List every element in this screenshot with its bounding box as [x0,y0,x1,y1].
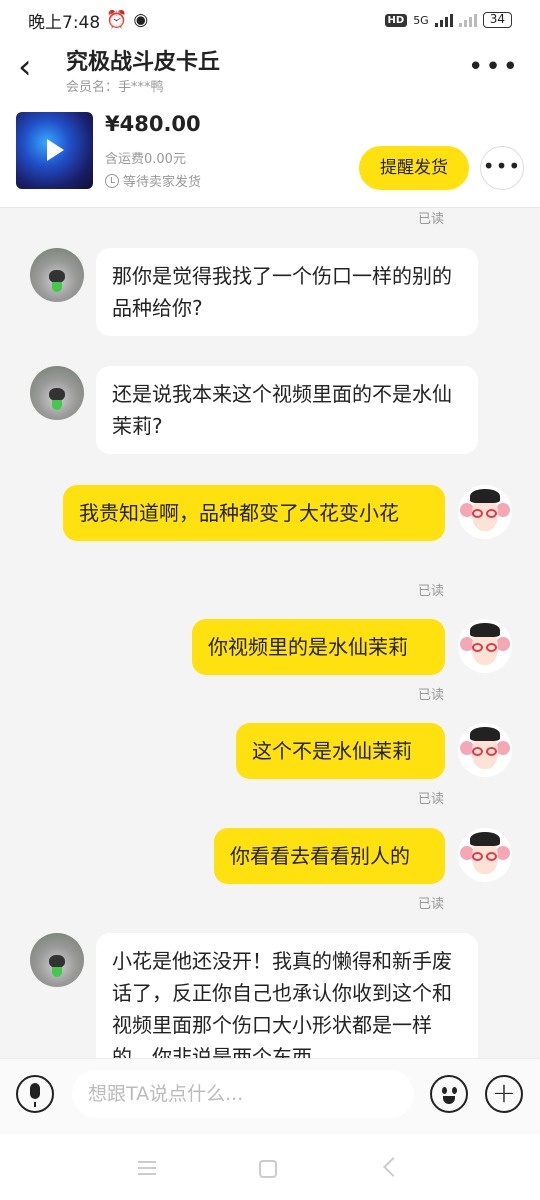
member-name: 会员名：手***鸭 [66,80,164,95]
hd-badge: HD [384,13,408,27]
chat-header: ‹ 究极战斗皮卡丘 会员名：手***鸭 ••• [0,40,540,102]
menu-icon[interactable] [138,1161,156,1175]
avatar-glasses [486,852,497,861]
avatar-ear [496,846,510,860]
signal-icon [434,13,453,27]
back-button[interactable]: ‹ [18,50,48,86]
page-title: 究极战斗皮卡丘 [66,50,221,75]
system-nav-bar [0,1134,540,1200]
read-status: 已读 [417,212,444,227]
avatar[interactable] [458,485,512,539]
avatar-glasses [486,509,497,518]
read-status: 已读 [417,792,444,807]
read-status: 已读 [417,584,444,599]
avatar-ear [496,741,510,755]
avatar-glasses [472,643,483,652]
avatar[interactable] [458,723,512,777]
koala-tongue [52,967,62,977]
avatar-glasses [486,643,497,652]
battery-icon: 34 [482,12,512,28]
message-input[interactable]: 想跟TA说点什么... [72,1070,414,1118]
shipping-fee: 含运费0.00元 [105,152,186,167]
koala-tongue [52,282,62,292]
clock-icon [105,173,119,188]
plus-icon: + [492,1076,516,1109]
avatar[interactable] [30,248,84,302]
read-status: 已读 [417,688,444,703]
message-bubble-outgoing[interactable]: 你看看去看看别人的 [214,828,445,884]
home-icon[interactable] [259,1160,277,1178]
smiley-eye [442,1087,447,1094]
alarm-icon: ⏰ [106,10,128,30]
more-button[interactable]: ••• [468,52,520,82]
network-type: 5G [413,13,429,27]
order-status-text: 等待卖家发货 [123,175,202,190]
koala-tongue [52,400,62,410]
avatar[interactable] [458,828,512,882]
emoji-button[interactable] [430,1075,468,1113]
avatar-glasses [472,747,483,756]
play-icon [47,139,64,161]
smiley-mouth [443,1096,455,1104]
status-right: HD 5G 34 [384,12,512,28]
message-bubble-outgoing[interactable]: 我贵知道啊，品种都变了大花变小花 [63,485,445,541]
add-attachment-button[interactable]: + [485,1075,523,1113]
status-time-group: 晚上7:48 ⏰ ◉ [28,8,148,33]
message-bubble-incoming[interactable]: 那你是觉得我找了一个伤口一样的别的品种给你? [96,248,478,336]
avatar[interactable] [458,619,512,673]
avatar-ear [496,637,510,651]
avatar-hair [470,623,500,637]
avatar[interactable] [30,933,84,987]
app-notification-icon: ◉ [133,10,149,30]
signal-secondary-icon [458,13,477,27]
avatar-glasses [486,747,497,756]
order-status: 等待卖家发货 [105,171,201,190]
status-time: 晚上7:48 [28,12,101,33]
chevron-left-icon: ‹ [18,47,32,87]
avatar-hair [470,489,500,503]
avatar-hair [470,727,500,741]
avatar-glasses [472,852,483,861]
read-status: 已读 [417,897,444,912]
remind-ship-button[interactable]: 提醒发货 [359,146,469,190]
product-card: ¥480.00 含运费0.00元 等待卖家发货 提醒发货 ••• [0,102,540,208]
message-bubble-incoming[interactable]: 小花是他还没开！我真的懒得和新手废话了，反正你自己也承认你收到这个和视频里面那个… [96,933,478,1058]
more-horizontal-icon: ••• [482,154,522,178]
input-bar: 想跟TA说点什么... + [0,1058,540,1134]
avatar[interactable] [30,366,84,420]
smiley-eye [452,1087,457,1094]
message-bubble-outgoing[interactable]: 这个不是水仙茉莉 [236,723,445,779]
avatar-hair [470,832,500,846]
voice-input-button[interactable] [16,1075,54,1113]
product-price: ¥480.00 [105,112,201,136]
avatar-ear [496,503,510,517]
more-horizontal-icon: ••• [467,52,520,82]
status-bar: 晚上7:48 ⏰ ◉ HD 5G 34 [0,0,540,40]
product-video-thumbnail[interactable] [16,112,93,189]
product-more-button[interactable]: ••• [480,146,524,190]
back-icon[interactable] [383,1157,403,1177]
message-bubble-incoming[interactable]: 还是说我本来这个视频里面的不是水仙茉莉? [96,366,478,454]
chat-messages[interactable]: 已读 那你是觉得我找了一个伤口一样的别的品种给你? 还是说我本来这个视频里面的不… [0,208,540,1058]
message-bubble-outgoing[interactable]: 你视频里的是水仙茉莉 [192,619,445,675]
avatar-glasses [472,509,483,518]
